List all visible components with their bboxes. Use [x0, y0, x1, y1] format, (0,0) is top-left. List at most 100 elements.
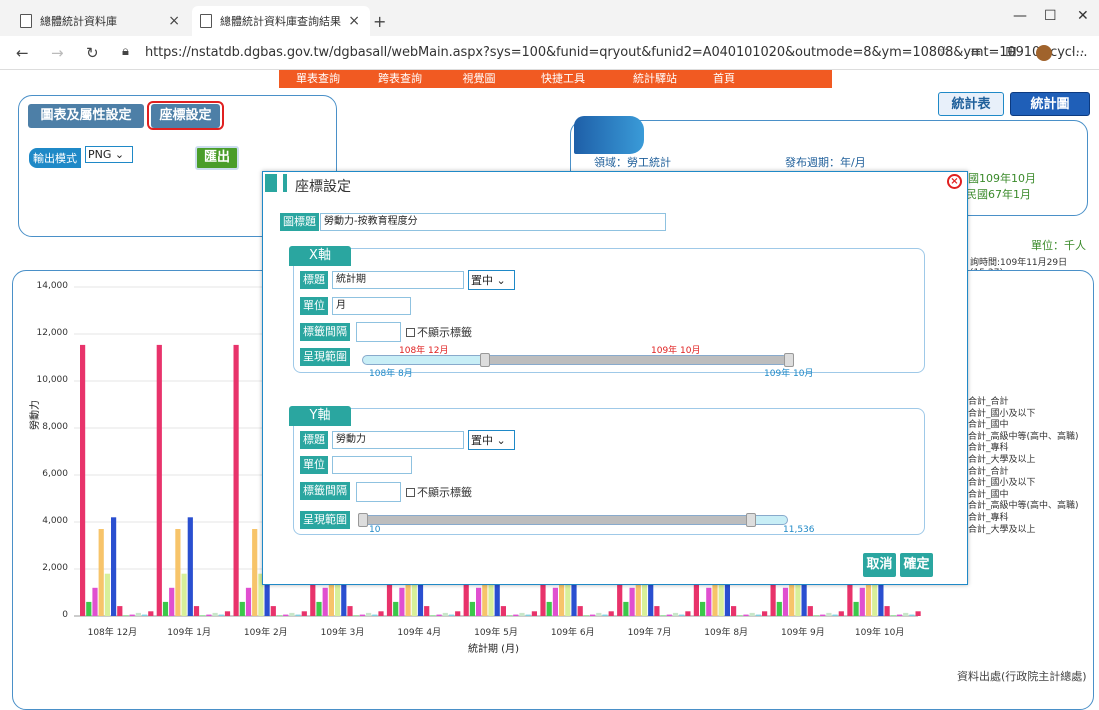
confirm-button[interactable]: 確定: [900, 553, 933, 577]
x-tick-label: 109年 1月: [167, 628, 211, 638]
dialog-title: 座標設定: [295, 179, 351, 195]
bar: [838, 611, 844, 616]
x-interval-label: 標籤間隔: [300, 323, 350, 341]
bar: [224, 611, 231, 616]
x-interval-input[interactable]: [356, 322, 401, 342]
bar: [92, 587, 98, 616]
bar: [762, 611, 768, 616]
x-tick-label: 109年 4月: [397, 628, 442, 638]
bar: [749, 612, 755, 616]
bar: [685, 611, 691, 616]
x-tick-label: 109年 5月: [474, 628, 518, 638]
bar: [853, 601, 859, 616]
bar: [378, 611, 384, 616]
bar: [915, 611, 921, 616]
y-title-input[interactable]: 勞動力: [332, 431, 464, 449]
bar: [807, 606, 813, 616]
y-hide-labels-checkbox[interactable]: 不顯示標籤: [406, 484, 472, 500]
bar: [706, 587, 712, 616]
bar: [737, 615, 743, 616]
bar: [218, 614, 224, 616]
bar: [289, 612, 295, 616]
bar: [896, 614, 903, 616]
bar: [519, 612, 525, 616]
axis-settings-dialog: 座標設定 × 圖標題 勞動力-按教育程度分 X軸 標題 統計期 置中 ⌄ 單位 …: [262, 171, 968, 585]
bar: [295, 614, 301, 616]
x-axis-header: X軸: [289, 246, 351, 266]
bar: [654, 606, 660, 616]
bar: [347, 606, 353, 616]
x-range-label: 呈現範圍: [300, 348, 350, 366]
bar: [782, 587, 789, 616]
y-range-end-handle[interactable]: [746, 513, 756, 527]
bar: [602, 614, 608, 616]
bar: [276, 615, 283, 616]
chart-title-input[interactable]: 勞動力-按教育程度分: [320, 213, 666, 231]
bar: [820, 614, 826, 616]
bar: [577, 606, 583, 616]
bar: [270, 606, 276, 616]
bar: [623, 601, 629, 616]
bar: [200, 615, 206, 616]
close-icon[interactable]: ×: [947, 174, 962, 189]
bar: [731, 606, 737, 616]
y-range-min: 10: [369, 525, 381, 535]
bar: [430, 615, 436, 616]
x-hide-labels-checkbox[interactable]: 不顯示標籤: [406, 324, 472, 340]
y-unit-input[interactable]: [332, 456, 412, 474]
y-range-start-handle[interactable]: [358, 513, 368, 527]
bar: [743, 614, 749, 616]
bar: [469, 601, 475, 616]
x-range-min: 108年 8月: [369, 369, 413, 379]
y-interval-input[interactable]: [356, 482, 401, 502]
y-title-label: 標題: [300, 431, 328, 449]
x-range-start-handle[interactable]: [480, 353, 490, 367]
cancel-button[interactable]: 取消: [863, 553, 896, 577]
x-range-fill: [484, 356, 788, 364]
bar: [424, 606, 430, 616]
bar: [169, 587, 175, 616]
x-axis-label: 統計期 (月): [468, 644, 519, 655]
bar: [252, 529, 258, 616]
bar: [366, 612, 372, 616]
bar: [80, 344, 86, 616]
bar: [175, 529, 181, 616]
bar: [148, 611, 154, 616]
y-align-select[interactable]: 置中 ⌄: [468, 430, 515, 450]
bar: [859, 587, 865, 616]
y-range-fill: [362, 516, 752, 524]
x-unit-input[interactable]: 月: [332, 297, 411, 315]
bar: [187, 517, 193, 616]
bar: [104, 573, 110, 616]
x-title-input[interactable]: 統計期: [332, 271, 464, 289]
x-align-select[interactable]: 置中 ⌄: [468, 270, 515, 290]
source-text: 資料出處(行政院主計總處): [957, 670, 1087, 683]
bar: [442, 612, 448, 616]
bar: [142, 614, 148, 616]
legend-item[interactable]: 合計_大學及以上: [968, 522, 1036, 535]
bar: [245, 587, 252, 616]
bar: [359, 614, 365, 616]
bar: [500, 606, 506, 616]
bar: [135, 612, 141, 616]
bar: [909, 614, 915, 616]
bar: [813, 615, 820, 616]
bar: [455, 611, 461, 616]
bar: [212, 612, 218, 616]
bar: [776, 601, 782, 616]
x-range-end-handle[interactable]: [784, 353, 794, 367]
x-tick-label: 109年 9月: [781, 628, 825, 638]
bar: [832, 614, 838, 616]
bar: [283, 614, 289, 616]
bar: [629, 587, 635, 616]
bar: [193, 606, 200, 616]
bar: [206, 614, 212, 616]
bar: [531, 611, 537, 616]
bar: [353, 615, 359, 616]
y-unit-label: 單位: [300, 456, 328, 474]
bar: [666, 614, 672, 616]
y-interval-label: 標籤間隔: [300, 482, 350, 500]
x-tick-label: 109年 10月: [854, 628, 905, 638]
bar: [86, 601, 92, 616]
bar: [129, 614, 135, 616]
